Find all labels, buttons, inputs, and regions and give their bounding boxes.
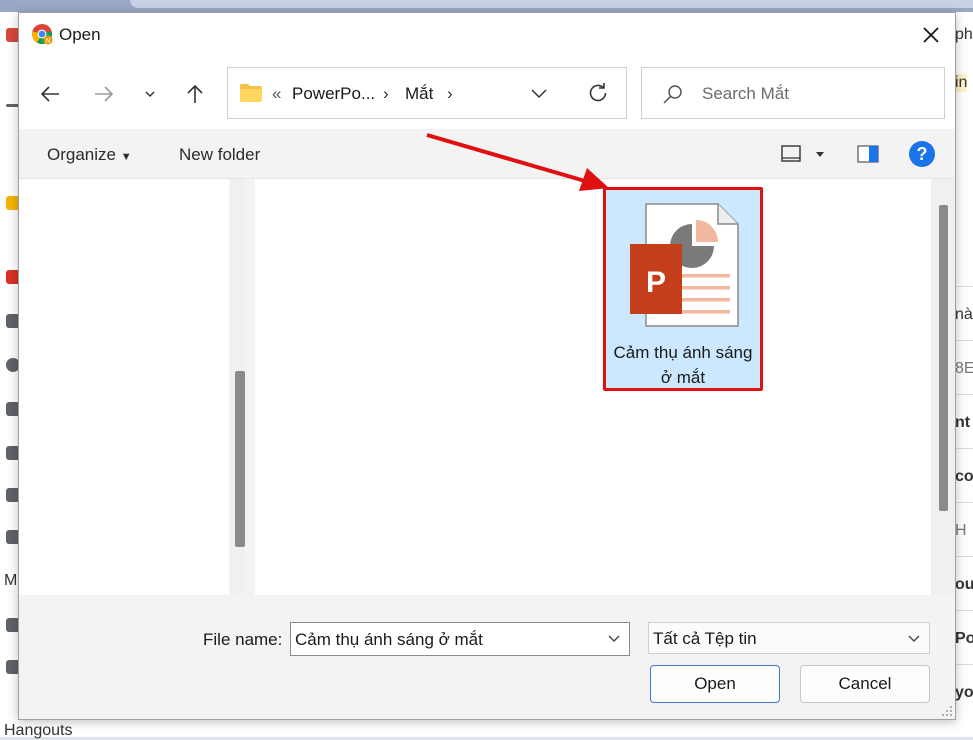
file-list-area[interactable] bbox=[255, 179, 931, 595]
navigation-bar: « PowerPo... › Mắt › Search Mắt bbox=[19, 57, 955, 129]
powerpoint-file-icon: P bbox=[630, 203, 739, 327]
chevron-down-icon[interactable] bbox=[607, 632, 621, 646]
dialog-title: Open bbox=[59, 25, 101, 44]
chevron-down-icon bbox=[145, 91, 155, 98]
organize-label: Organize bbox=[47, 145, 116, 164]
up-arrow-icon bbox=[187, 84, 203, 103]
back-button[interactable] bbox=[33, 77, 67, 111]
background-right-text: ph bbox=[955, 26, 973, 43]
background-hangouts-text: Hangouts bbox=[4, 722, 73, 739]
background-divider bbox=[955, 448, 973, 449]
background-right-text: co bbox=[955, 468, 973, 485]
title-bar: N Open bbox=[19, 13, 955, 57]
background-divider bbox=[955, 610, 973, 611]
background-tab bbox=[130, 0, 973, 8]
view-icon[interactable] bbox=[781, 145, 801, 163]
recent-locations-button[interactable] bbox=[133, 77, 167, 111]
address-bar[interactable]: « PowerPo... › Mắt › bbox=[227, 67, 627, 119]
svg-text:P: P bbox=[646, 266, 666, 299]
background-right-text: H bbox=[955, 522, 967, 539]
background-right-text: 8E bbox=[955, 360, 973, 377]
breadcrumb-separator[interactable]: › bbox=[383, 84, 389, 104]
breadcrumb-overflow[interactable]: « bbox=[272, 84, 281, 104]
folder-icon bbox=[240, 84, 262, 102]
file-name-label: File name: bbox=[203, 630, 283, 649]
background-right-text: in bbox=[955, 74, 968, 92]
file-list-scroll-thumb[interactable] bbox=[939, 205, 948, 511]
chrome-icon: N bbox=[31, 23, 53, 45]
file-item-label: Cảm thụ ánh sáng ở mắt bbox=[613, 343, 753, 387]
open-button[interactable]: Open bbox=[650, 665, 780, 703]
back-arrow-icon bbox=[40, 86, 59, 102]
caret-down-icon: ▼ bbox=[120, 151, 132, 163]
background-divider bbox=[955, 340, 973, 341]
background-right-text: yo bbox=[955, 684, 973, 701]
search-input[interactable]: Search Mắt bbox=[702, 84, 789, 104]
cancel-button[interactable]: Cancel bbox=[800, 665, 930, 703]
view-options-dropdown[interactable] bbox=[815, 151, 825, 159]
open-file-dialog: N Open « PowerPo... › Mắt › Search Mắt O… bbox=[18, 12, 956, 720]
close-icon bbox=[923, 27, 939, 43]
up-button[interactable] bbox=[178, 77, 212, 111]
search-icon bbox=[663, 85, 682, 104]
new-folder-button[interactable]: New folder bbox=[179, 145, 260, 165]
help-icon[interactable]: ? bbox=[909, 141, 935, 167]
breadcrumb-separator[interactable]: › bbox=[447, 84, 453, 104]
background-divider bbox=[955, 556, 973, 557]
file-name-value: Cảm thụ ánh sáng ở mắt bbox=[295, 630, 483, 649]
search-box[interactable]: Search Mắt bbox=[641, 67, 945, 119]
chevron-down-icon[interactable] bbox=[528, 82, 550, 104]
forward-arrow-icon bbox=[95, 86, 114, 102]
background-bottom-panel bbox=[0, 720, 973, 737]
background-divider bbox=[955, 502, 973, 503]
background-divider bbox=[955, 394, 973, 395]
navigation-pane-scroll-thumb[interactable] bbox=[235, 371, 245, 547]
background-left-text: M bbox=[4, 572, 18, 589]
chevron-down-icon bbox=[908, 635, 920, 642]
background-divider bbox=[955, 286, 973, 287]
organize-button[interactable]: Organize ▼ bbox=[47, 145, 132, 165]
navigation-pane[interactable] bbox=[19, 179, 229, 595]
file-type-value: Tất cả Tệp tin bbox=[653, 629, 757, 648]
background-right-text: Po bbox=[955, 630, 973, 647]
forward-button[interactable] bbox=[87, 77, 121, 111]
background-right-text: ou bbox=[955, 576, 973, 593]
file-item[interactable]: P Cảm thụ ánh sáng ở mắt bbox=[603, 187, 763, 391]
background-divider bbox=[955, 664, 973, 665]
file-type-select[interactable]: Tất cả Tệp tin bbox=[648, 622, 930, 654]
preview-pane-icon[interactable] bbox=[857, 145, 879, 163]
command-bar: Organize ▼ New folder ? bbox=[19, 129, 955, 179]
svg-text:N: N bbox=[46, 38, 51, 45]
resize-grip-icon[interactable] bbox=[941, 705, 953, 717]
refresh-icon[interactable] bbox=[586, 81, 610, 105]
background-right-text: nt bbox=[955, 414, 971, 431]
breadcrumb-item-mat[interactable]: Mắt bbox=[405, 84, 433, 104]
background-right-text: nà bbox=[955, 306, 973, 323]
close-button[interactable] bbox=[907, 13, 955, 57]
breadcrumb-item-powerpoint[interactable]: PowerPo... bbox=[292, 84, 375, 104]
file-name-input[interactable]: Cảm thụ ánh sáng ở mắt bbox=[290, 622, 630, 656]
